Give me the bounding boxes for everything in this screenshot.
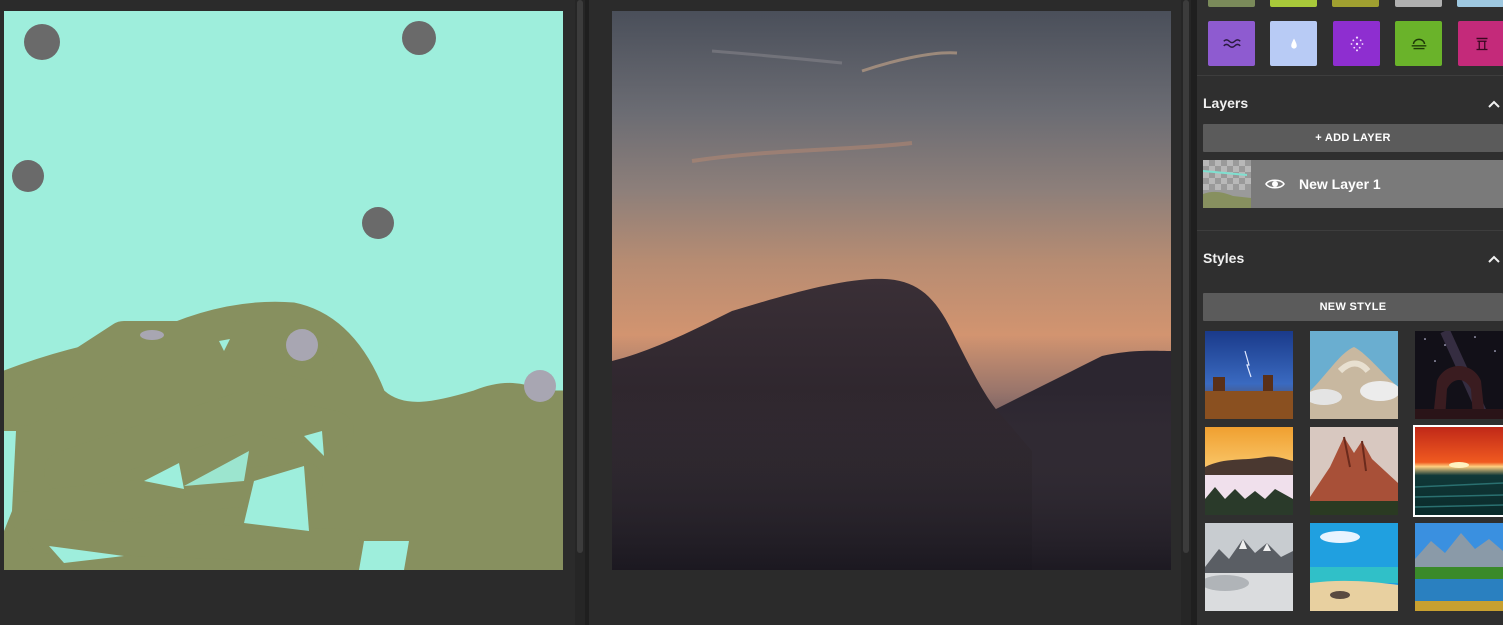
style-thumbnail-misty-mountains[interactable]	[1205, 523, 1293, 611]
right-sidebar: Layers + ADD LAYER New Layer 1 Styles NE…	[1197, 0, 1503, 625]
layers-title: Layers	[1203, 95, 1249, 111]
material-swatch[interactable]	[1332, 0, 1379, 7]
new-style-button[interactable]: NEW STYLE	[1203, 293, 1503, 321]
material-water-button[interactable]	[1208, 21, 1255, 66]
sparkle-icon	[1350, 35, 1363, 51]
layer-thumbnail	[1203, 160, 1251, 208]
style-thumbnail-night-arch[interactable]	[1415, 331, 1503, 419]
chevron-up-icon[interactable]	[1487, 254, 1501, 264]
bridge-icon	[1476, 37, 1487, 50]
style-thumbnail-cloud-peak[interactable]	[1310, 331, 1398, 419]
layer-item[interactable]: New Layer 1	[1203, 160, 1503, 208]
output-scrollbar-thumb[interactable]	[1183, 0, 1189, 553]
style-thumbnail-alpine-lake[interactable]	[1415, 523, 1503, 611]
style-thumbnail-sunrise-fog[interactable]	[1205, 427, 1293, 515]
style-thumbnail-tropical-beach[interactable]	[1310, 523, 1398, 611]
material-swatch[interactable]	[1208, 0, 1255, 7]
material-fog-button[interactable]	[1395, 21, 1442, 66]
eye-icon[interactable]	[1265, 176, 1285, 192]
style-thumbnail-red-peaks[interactable]	[1310, 427, 1398, 515]
material-drop-button[interactable]	[1270, 21, 1317, 66]
material-swatch[interactable]	[1395, 0, 1442, 7]
styles-title: Styles	[1203, 250, 1245, 266]
section-separator	[1197, 75, 1503, 76]
panel-divider[interactable]	[585, 0, 589, 625]
material-swatch[interactable]	[1270, 0, 1317, 7]
material-swatch[interactable]	[1457, 0, 1503, 7]
material-bridge-button[interactable]	[1458, 21, 1503, 66]
add-layer-button[interactable]: + ADD LAYER	[1203, 124, 1503, 152]
output-image	[612, 11, 1171, 570]
left-scrollbar-thumb[interactable]	[577, 0, 583, 553]
drop-icon	[1290, 38, 1297, 49]
segmentation-canvas[interactable]	[4, 11, 563, 570]
style-thumbnail-sunset-sea[interactable]	[1413, 425, 1503, 517]
waves-icon	[1222, 38, 1241, 48]
material-snow-button[interactable]	[1333, 21, 1380, 66]
fog-icon	[1411, 38, 1426, 49]
style-thumbnail-desert-storm[interactable]	[1205, 331, 1293, 419]
chevron-up-icon[interactable]	[1487, 99, 1501, 109]
layer-name: New Layer 1	[1299, 176, 1381, 192]
section-separator	[1197, 230, 1503, 231]
